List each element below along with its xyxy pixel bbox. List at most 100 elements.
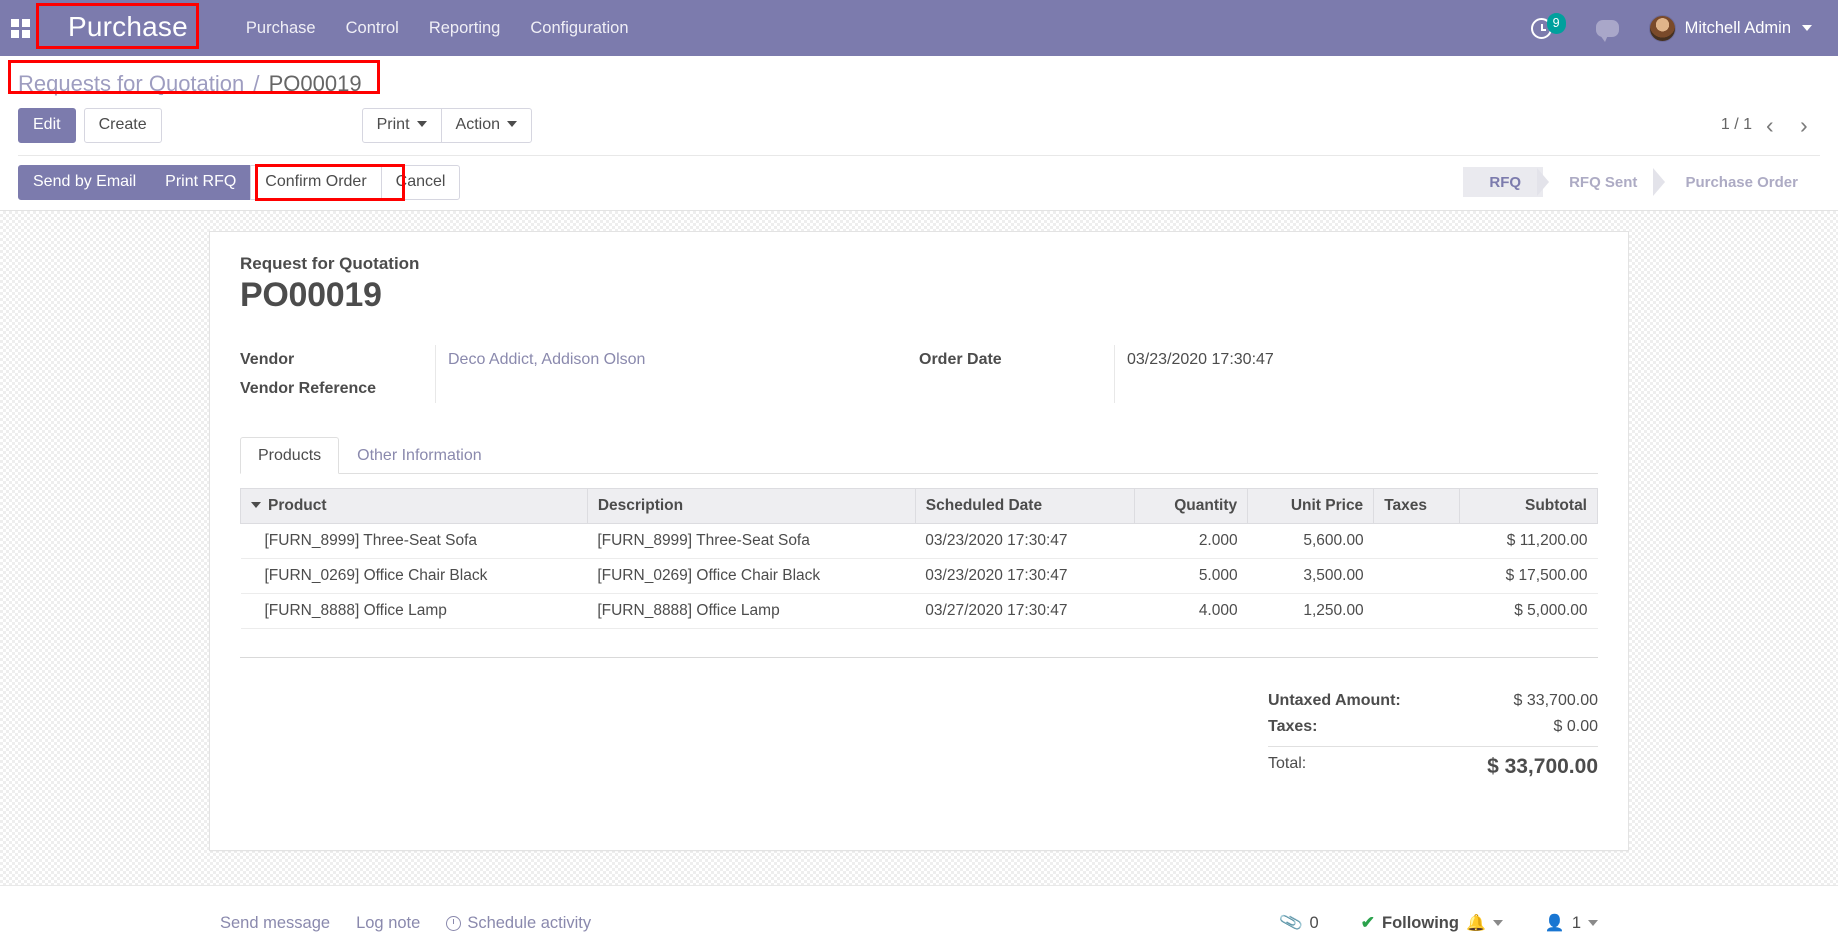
order-date-label: Order Date <box>919 350 1002 368</box>
status-step-purchase-order[interactable]: Purchase Order <box>1659 167 1820 197</box>
cell-taxes <box>1373 558 1460 594</box>
cell-scheduled-date: 03/23/2020 17:30:47 <box>915 523 1135 559</box>
table-row[interactable]: [FURN_0269] Office Chair Black [FURN_026… <box>240 558 1598 594</box>
table-row[interactable]: [FURN_8999] Three-Seat Sofa [FURN_8999] … <box>240 523 1598 559</box>
control-panel: Requests for Quotation / PO00019 Edit Cr… <box>0 56 1838 211</box>
menu-item-control[interactable]: Control <box>346 19 399 38</box>
column-header-product[interactable]: Product <box>240 487 588 524</box>
menu-item-purchase[interactable]: Purchase <box>246 19 316 38</box>
form-content-area: Request for Quotation PO00019 Vendor Ven… <box>0 211 1838 885</box>
column-header-quantity[interactable]: Quantity <box>1134 487 1249 524</box>
print-dropdown-button[interactable]: Print <box>361 107 442 143</box>
page-title: PO00019 <box>240 275 382 314</box>
send-by-email-button[interactable]: Send by Email <box>18 164 152 200</box>
menu-item-configuration[interactable]: Configuration <box>530 19 628 38</box>
taxes-value: $ 0.00 <box>1553 717 1598 735</box>
breadcrumb-row: Requests for Quotation / PO00019 <box>18 56 1820 100</box>
chatter-actions: Send message Log note Schedule activity <box>220 914 591 933</box>
cell-description: [FURN_0269] Office Chair Black <box>587 558 916 594</box>
cell-scheduled-date: 03/27/2020 17:30:47 <box>915 593 1135 629</box>
chevron-down-icon <box>506 121 517 128</box>
action-label: Action <box>455 115 500 133</box>
form-subtitle: Request for Quotation <box>240 253 420 273</box>
record-edit-group: Edit Create <box>18 107 162 143</box>
table-row[interactable]: [FURN_8888] Office Lamp [FURN_8888] Offi… <box>240 593 1598 629</box>
app-brand-title[interactable]: Purchase <box>54 10 202 45</box>
schedule-activity-button[interactable]: Schedule activity <box>446 914 591 933</box>
pager-value: 1 / 1 <box>1720 116 1752 133</box>
cancel-button[interactable]: Cancel <box>380 164 461 200</box>
status-step-rfq-sent[interactable]: RFQ Sent <box>1543 167 1659 197</box>
action-dropdown-button[interactable]: Action <box>440 107 532 143</box>
attachments-button[interactable]: 📎 0 <box>1278 909 1319 936</box>
chevron-left-icon[interactable]: ‹ <box>1766 113 1786 137</box>
order-date-value[interactable]: 03/23/2020 17:30:47 <box>1127 345 1598 374</box>
pager: 1 / 1 ‹ › <box>1720 113 1820 137</box>
user-menu-button[interactable]: Mitchell Admin <box>1648 14 1812 42</box>
status-separator-icon <box>1537 168 1550 196</box>
chatter-status-group: 📎 0 ✔ Following 🔔 👤 1 <box>1278 909 1798 936</box>
bell-icon[interactable]: 🔔 <box>1466 913 1486 933</box>
confirm-order-button[interactable]: Confirm Order <box>250 164 382 200</box>
print-rfq-button[interactable]: Print RFQ <box>150 164 252 200</box>
chevron-down-icon <box>416 121 427 128</box>
untaxed-amount-value: $ 33,700.00 <box>1513 691 1598 709</box>
followers-count: 1 <box>1571 913 1581 932</box>
followers-button[interactable]: 👤 1 <box>1545 913 1598 933</box>
cell-quantity: 2.000 <box>1134 523 1248 559</box>
person-icon: 👤 <box>1544 915 1565 932</box>
log-note-button[interactable]: Log note <box>356 914 420 933</box>
tab-other-information[interactable]: Other Information <box>339 437 500 474</box>
column-header-unit-price[interactable]: Unit Price <box>1247 487 1375 524</box>
control-panel-buttons-row: Edit Create Print Action 1 / 1 ‹ › <box>18 100 1820 155</box>
paperclip-icon: 📎 <box>1278 909 1305 936</box>
chevron-right-icon[interactable]: › <box>1800 113 1820 137</box>
cell-subtotal: $ 5,000.00 <box>1459 593 1598 629</box>
vendor-reference-label: Vendor Reference <box>240 379 377 397</box>
untaxed-amount-label: Untaxed Amount: <box>1268 691 1401 709</box>
cell-description: [FURN_8888] Office Lamp <box>587 593 916 629</box>
cell-scheduled-date: 03/23/2020 17:30:47 <box>915 558 1135 594</box>
sort-caret-down-icon <box>251 502 261 509</box>
column-header-description[interactable]: Description <box>587 487 916 524</box>
column-header-taxes[interactable]: Taxes <box>1373 487 1461 524</box>
send-message-button[interactable]: Send message <box>220 914 330 933</box>
vendor-reference-value[interactable] <box>448 374 919 403</box>
status-step-rfq[interactable]: RFQ <box>1463 167 1544 197</box>
vendor-value[interactable]: Deco Addict, Addison Olson <box>448 345 919 374</box>
chevron-down-icon[interactable] <box>1492 920 1503 926</box>
cell-product: [FURN_8888] Office Lamp <box>240 593 588 629</box>
avatar <box>1648 14 1676 42</box>
menu-item-reporting[interactable]: Reporting <box>429 19 501 38</box>
cell-unit-price: 5,600.00 <box>1247 523 1374 559</box>
cell-quantity: 5.000 <box>1134 558 1248 594</box>
cell-unit-price: 3,500.00 <box>1247 558 1374 594</box>
left-field-values: Deco Addict, Addison Olson <box>435 344 919 403</box>
tab-products[interactable]: Products <box>240 436 340 474</box>
cell-product: [FURN_8999] Three-Seat Sofa <box>240 523 588 559</box>
taxes-label: Taxes: <box>1268 717 1318 735</box>
form-fields: Vendor Vendor Reference Deco Addict, Add… <box>240 344 1598 403</box>
activity-menu-button[interactable]: 9 <box>1530 13 1566 39</box>
column-header-subtotal[interactable]: Subtotal <box>1459 487 1598 524</box>
column-header-scheduled-date[interactable]: Scheduled Date <box>915 487 1135 524</box>
apps-menu-button[interactable] <box>0 0 40 56</box>
taxes-row: Taxes: $ 0.00 <box>1268 714 1598 740</box>
totals-box: Untaxed Amount: $ 33,700.00 Taxes: $ 0.0… <box>1268 688 1598 783</box>
order-lines-table: Product Description Scheduled Date Quant… <box>240 487 1598 629</box>
cell-subtotal: $ 11,200.00 <box>1459 523 1598 559</box>
activity-count-badge: 9 <box>1546 13 1566 34</box>
cell-taxes <box>1373 523 1460 559</box>
total-value: $ 33,700.00 <box>1487 754 1598 778</box>
totals-section: Untaxed Amount: $ 33,700.00 Taxes: $ 0.0… <box>240 688 1598 783</box>
print-action-group: Print Action <box>361 107 532 143</box>
edit-button[interactable]: Edit <box>18 107 76 143</box>
workflow-buttons: Send by Email Print RFQ Confirm Order Ca… <box>18 164 461 200</box>
breadcrumb-link-requests-for-quotation[interactable]: Requests for Quotation <box>18 71 244 96</box>
chevron-down-icon[interactable] <box>1588 920 1598 926</box>
following-button[interactable]: ✔ Following 🔔 <box>1361 913 1503 933</box>
user-name-label: Mitchell Admin <box>1684 18 1791 37</box>
create-button[interactable]: Create <box>83 107 162 143</box>
top-navbar: Purchase Purchase Control Reporting Conf… <box>0 0 1838 56</box>
chat-bubble-icon[interactable] <box>1595 19 1619 42</box>
